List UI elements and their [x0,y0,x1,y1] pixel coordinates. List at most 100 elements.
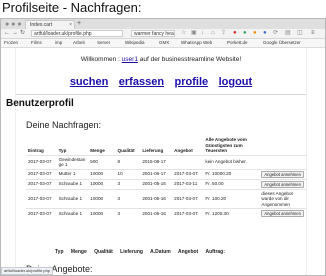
cell-lieferung: 2001-06-17 [140,168,173,179]
cell-accepted-note: dieses Angebot wurde von dir Angenommen [259,188,306,209]
sidebar-icon[interactable]: ◫ [297,30,303,37]
profile-title: Benutzerprofil [6,98,74,109]
cell-alle-angebote: Fr. 100.20 [203,188,260,209]
menu-logout[interactable]: logout [219,76,253,88]
bookmark-item[interactable]: Google Übersetzer [263,39,301,47]
menu-icon[interactable]: ≡ [311,30,315,37]
cell-menge: 500 [88,154,116,169]
column-header: Menge [90,148,105,153]
table-row: 2017-03-07 Schraube 1 10000 3 2001-05-16… [26,188,306,209]
cell-typ: Schraube 1 [56,208,89,218]
reload-icon[interactable]: ↻ [20,30,25,37]
accept-offer-button[interactable]: Angebot annehmen [261,170,304,178]
column-header: Typ [55,249,64,255]
download-icon[interactable]: ↓ [201,30,204,37]
table-row: 2017-03-07 Mutter 1 10000 10 2001-06-17 … [26,168,306,179]
bookmark-item[interactable]: GMX [159,39,169,47]
menu-profile[interactable]: profile [175,76,209,88]
forward-icon[interactable]: → [12,30,18,37]
cell-qualitaet: 3 [115,188,141,209]
column-header: Angebot [177,249,199,255]
cell-typ: Schraube 1 [56,188,89,209]
cell-angebot [172,154,204,169]
column-header: A.Datum [150,249,171,255]
share-icon[interactable]: ⇪ [221,30,226,37]
cell-qualitaet: 8 [115,154,141,169]
welcome-prefix: Willkommen : [80,56,120,63]
column-header: Qualität [117,148,135,153]
star-icon[interactable]: ☆ [181,30,186,37]
cell-angebot: 2017-03-07 [172,188,204,209]
cell-action: Angebot annehmen [259,178,306,189]
bookmark-item[interactable]: Porkett.de [227,39,248,47]
welcome-suffix: auf der businesstreamline Website! [139,56,242,63]
cell-angebot: 2017-03-11 [172,178,204,189]
menu-suchen[interactable]: suchen [70,76,109,88]
address-bar[interactable]: artful/loader.uk/profile.php [31,30,123,37]
cell-typ: Mutter 1 [56,168,89,179]
cell-typ: Gewindestan ge 1 [56,154,89,169]
new-tab-icon[interactable]: + [77,20,81,27]
cell-lieferung: 2015-08-17 [140,154,173,169]
bookmarks-icon[interactable]: ▣ [191,30,197,37]
column-header: Qualität [94,249,113,255]
column-header: Typ [58,148,67,153]
table-row: 2017-03-07 Gewindestan ge 1 500 8 2015-0… [26,154,306,169]
cell-angebot: 2017-03-07 [172,168,204,179]
cell-action: Angebot annehmen [259,208,306,218]
library-icon[interactable]: ▤ [285,30,291,37]
home-icon[interactable]: ⌂ [211,30,215,37]
user-link[interactable]: user1 [122,56,138,63]
extension-red-icon[interactable]: ● [233,30,237,37]
tab-active[interactable]: Index.cart × [25,20,75,29]
cell-qualitaet: 10 [115,168,141,179]
cell-alle-angebote: Fr. 50.00 [203,178,260,189]
table-header-row: Eintrag Typ Menge Qualität Lieferung Ang… [26,136,306,155]
bookmark-item[interactable]: Server [97,39,110,47]
cell-angebot: 2017-03-07 [172,208,204,218]
extension-blue-icon[interactable]: ● [263,30,267,37]
browser-window: ● ● ● Index.cart × + ← → ↻ artful/loader… [0,18,326,276]
page-content: Willkommen : user1 auf der businesstream… [1,48,325,275]
bookmark-item[interactable]: Arbeit [73,39,85,47]
cell-lieferung: 2001-05-16 [140,188,173,209]
status-bar: artful/loader.uk/profile.php [1,267,54,275]
accept-offer-button[interactable]: Angebot annehmen [261,210,304,217]
column-header [259,136,306,155]
bookmark-item[interactable]: Frozen [4,39,18,47]
tab-title: Index.cart [30,22,52,28]
cell-eintrag: 2017-03-07 [26,168,57,179]
extension-green-icon[interactable]: ● [243,30,247,37]
column-header: Lieferung [142,148,164,153]
main-menu: suchen erfassen profile logout [16,72,306,90]
bookmark-item[interactable]: imp [55,39,62,47]
cell-alle-angebote: Fr. 10000.20 [203,168,260,179]
bookmark-item[interactable]: Films [31,39,42,47]
close-icon[interactable]: × [69,21,72,29]
extension-orange-icon[interactable]: ● [253,30,257,37]
menu-erfassen[interactable]: erfassen [119,76,164,88]
nachfragen-table: Eintrag Typ Menge Qualität Lieferung Ang… [26,136,306,218]
column-header: Angebot [174,148,193,153]
table-row: 2017-03-07 Schraube 1 10000 3 2001-05-16… [26,208,306,218]
cell-eintrag: 2017-03-07 [26,154,57,169]
page-heading: Profilseite - Nachfragen: [2,0,142,15]
back-icon[interactable]: ← [4,30,10,37]
cell-menge: 10000 [88,188,116,209]
cell-eintrag: 2017-03-07 [26,208,57,218]
cell-eintrag: 2017-03-07 [26,188,57,209]
search-input[interactable]: warmer fancy header [131,30,175,37]
tab-bar: ● ● ● Index.cart × + [1,19,325,29]
cell-menge: 10000 [88,168,116,179]
column-header: Menge [70,249,87,255]
cell-alle-angebote: kein Angebot bisher. [203,154,260,169]
bookmark-item[interactable]: WhatsApp Web [181,39,212,47]
bookmark-item[interactable]: Wikipedia [125,39,145,47]
window-controls[interactable]: ● ● ● [5,21,22,28]
welcome-message: Willkommen : user1 auf der businesstream… [16,56,306,63]
cell-qualitaet: 3 [115,178,141,189]
sync-icon[interactable]: ⟳ [273,30,278,37]
accept-offer-button[interactable]: Angebot annehmen [261,180,304,188]
cell-alle-angebote: Fr. 1200.30 [203,208,260,218]
nachfragen-title: Deine Nachfragen: [26,120,102,130]
